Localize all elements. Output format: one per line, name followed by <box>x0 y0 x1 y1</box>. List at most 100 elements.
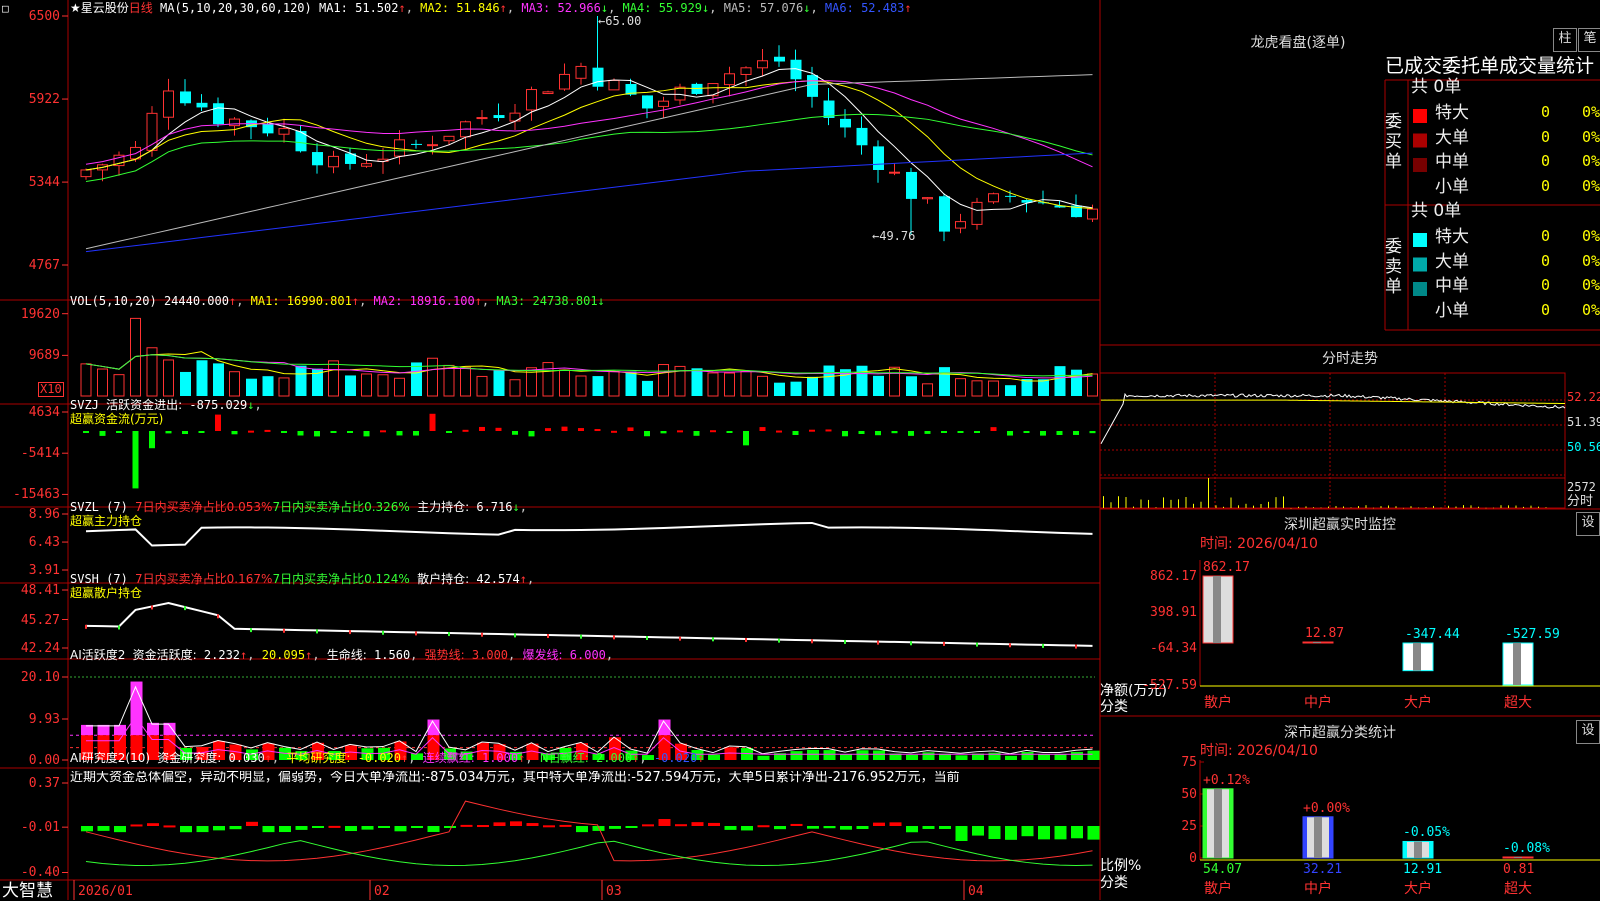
buy-total: 共 0单 <box>1411 77 1462 97</box>
monitor-settings-button[interactable]: 设 <box>1576 512 1600 536</box>
outflow-bar <box>974 431 980 433</box>
order-row-name: 大单 <box>1435 127 1469 148</box>
ai1-weak-bar <box>757 755 770 760</box>
volume-bar-down <box>592 376 604 396</box>
candle-up <box>608 79 620 91</box>
chart-canvas[interactable] <box>0 0 1600 900</box>
fenshi-vol-bar <box>1380 506 1382 508</box>
outflow-bar <box>83 431 89 433</box>
bar-view-button[interactable]: 柱 <box>1553 28 1577 52</box>
fenshi-vol-bar <box>1305 506 1307 508</box>
period-label[interactable]: 日线 <box>129 1 153 15</box>
order-row-name: 中单 <box>1435 276 1469 296</box>
research-bar-down <box>774 826 786 830</box>
volume-bar-down <box>906 376 917 396</box>
svzj-axis-label: -5414 <box>20 446 60 462</box>
research-bar-up <box>543 825 555 828</box>
fenshi-vol-bar <box>1103 496 1104 508</box>
order-row-pct: 0% <box>1581 103 1600 121</box>
candle-up <box>922 197 933 200</box>
order-row-count: 0 <box>1540 300 1550 319</box>
fenshi-axis-label: 50.56 <box>1567 440 1600 454</box>
ai2-axis-label: 0.37 <box>28 776 60 791</box>
fenshi-vol-bar <box>1395 506 1397 508</box>
candle-down <box>196 102 208 108</box>
fenshi-price-line <box>1100 392 1566 445</box>
volume-bar-up <box>427 357 438 397</box>
outflow-bar <box>1089 431 1096 434</box>
fenshi-vol-bar <box>1125 497 1127 508</box>
vol-unit-badge[interactable]: X10 <box>38 382 64 397</box>
fenshi-vol-bar <box>1238 505 1239 508</box>
ai1-burst-bar <box>81 724 93 736</box>
fenshi-vol-bar <box>1155 507 1157 508</box>
classify-bar-change: +0.12% <box>1203 772 1250 788</box>
fenshi-vol-bar <box>1373 507 1374 509</box>
fenshi-vol-bar <box>1493 507 1494 509</box>
classify-bar-category: 大户 <box>1404 881 1432 897</box>
outflow-bar <box>660 431 667 434</box>
research-bar-down <box>823 826 836 829</box>
monitor-bar-shade <box>1413 643 1421 671</box>
ai1-weak-bar <box>807 749 819 760</box>
ai2-axis-label: -0.40 <box>20 865 60 881</box>
research-bar-up <box>460 824 473 827</box>
panel-toggle-icon[interactable]: □ <box>2 2 9 16</box>
buy-row-swatch <box>1413 109 1427 123</box>
fenshi-axis-label: 52.22 <box>1567 390 1600 404</box>
fenshi-vol-bar <box>1470 505 1472 508</box>
fenshi-frame <box>1099 372 1566 509</box>
research-bar-up <box>675 824 687 827</box>
outflow-bar <box>330 431 337 433</box>
ai1-weak-bar <box>823 750 836 760</box>
research-bar-down <box>922 826 935 829</box>
inflow-bar <box>627 427 634 431</box>
inflow-bar <box>759 427 766 431</box>
stock-name[interactable]: 星云股份 <box>81 1 129 15</box>
outflow-bar <box>908 431 914 436</box>
buy-row-swatch <box>1413 158 1427 172</box>
monitor-axis-label: -64.34 <box>1150 641 1197 657</box>
outflow-bar <box>231 431 238 435</box>
fenshi-vol-bar <box>1328 506 1329 508</box>
candle-up <box>971 201 983 225</box>
volume-bar-down <box>642 380 653 396</box>
svsh-dot <box>844 639 846 644</box>
classify-bar-edge <box>1303 816 1307 858</box>
volume-bar-down <box>262 376 274 396</box>
fenshi-vol-bar <box>1335 506 1337 508</box>
brand-label[interactable]: 大智慧 <box>2 882 53 900</box>
classify-bar-edge <box>1203 788 1207 858</box>
research-bar-up <box>559 824 572 827</box>
ai1-weak-bar <box>873 750 885 760</box>
volume-bar-down <box>774 382 785 396</box>
volume-bar-up <box>328 360 339 397</box>
monitor-title: 深圳超赢实时监控 <box>1284 517 1396 533</box>
classify-axis-label: 25 <box>1181 819 1197 834</box>
research-bar-up <box>873 822 885 826</box>
research-bar-down <box>972 826 984 836</box>
price-axis-label: 5922 <box>28 92 60 108</box>
candle-down <box>906 171 917 199</box>
ai1-weak-bar <box>955 755 968 760</box>
research-bar-down <box>1005 826 1017 840</box>
candle-down <box>180 91 191 104</box>
classify-bar-change: -0.05% <box>1403 825 1450 841</box>
ai1-activity-line <box>86 685 1093 755</box>
classify-bar-category: 中户 <box>1304 881 1332 897</box>
research-bar-down <box>906 826 918 833</box>
fenshi-vol-bar <box>1358 506 1359 508</box>
tick-view-button[interactable]: 笔 <box>1578 28 1600 52</box>
candle-down <box>807 75 818 97</box>
ai1-axis-label: 0.00 <box>28 753 60 768</box>
classify-bar-edge <box>1229 788 1233 858</box>
classify-settings-button[interactable]: 设 <box>1576 720 1600 744</box>
svzj-axis-label: 4634 <box>28 405 60 420</box>
volume-bar-down <box>1038 379 1049 396</box>
ma-line <box>85 68 1093 211</box>
fenshi-vol-bar <box>1148 499 1149 508</box>
candle-down <box>939 196 950 232</box>
outflow-bar <box>875 431 881 436</box>
classify-bar-shade <box>1514 856 1522 858</box>
fenshi-vol-bar <box>1425 507 1427 508</box>
